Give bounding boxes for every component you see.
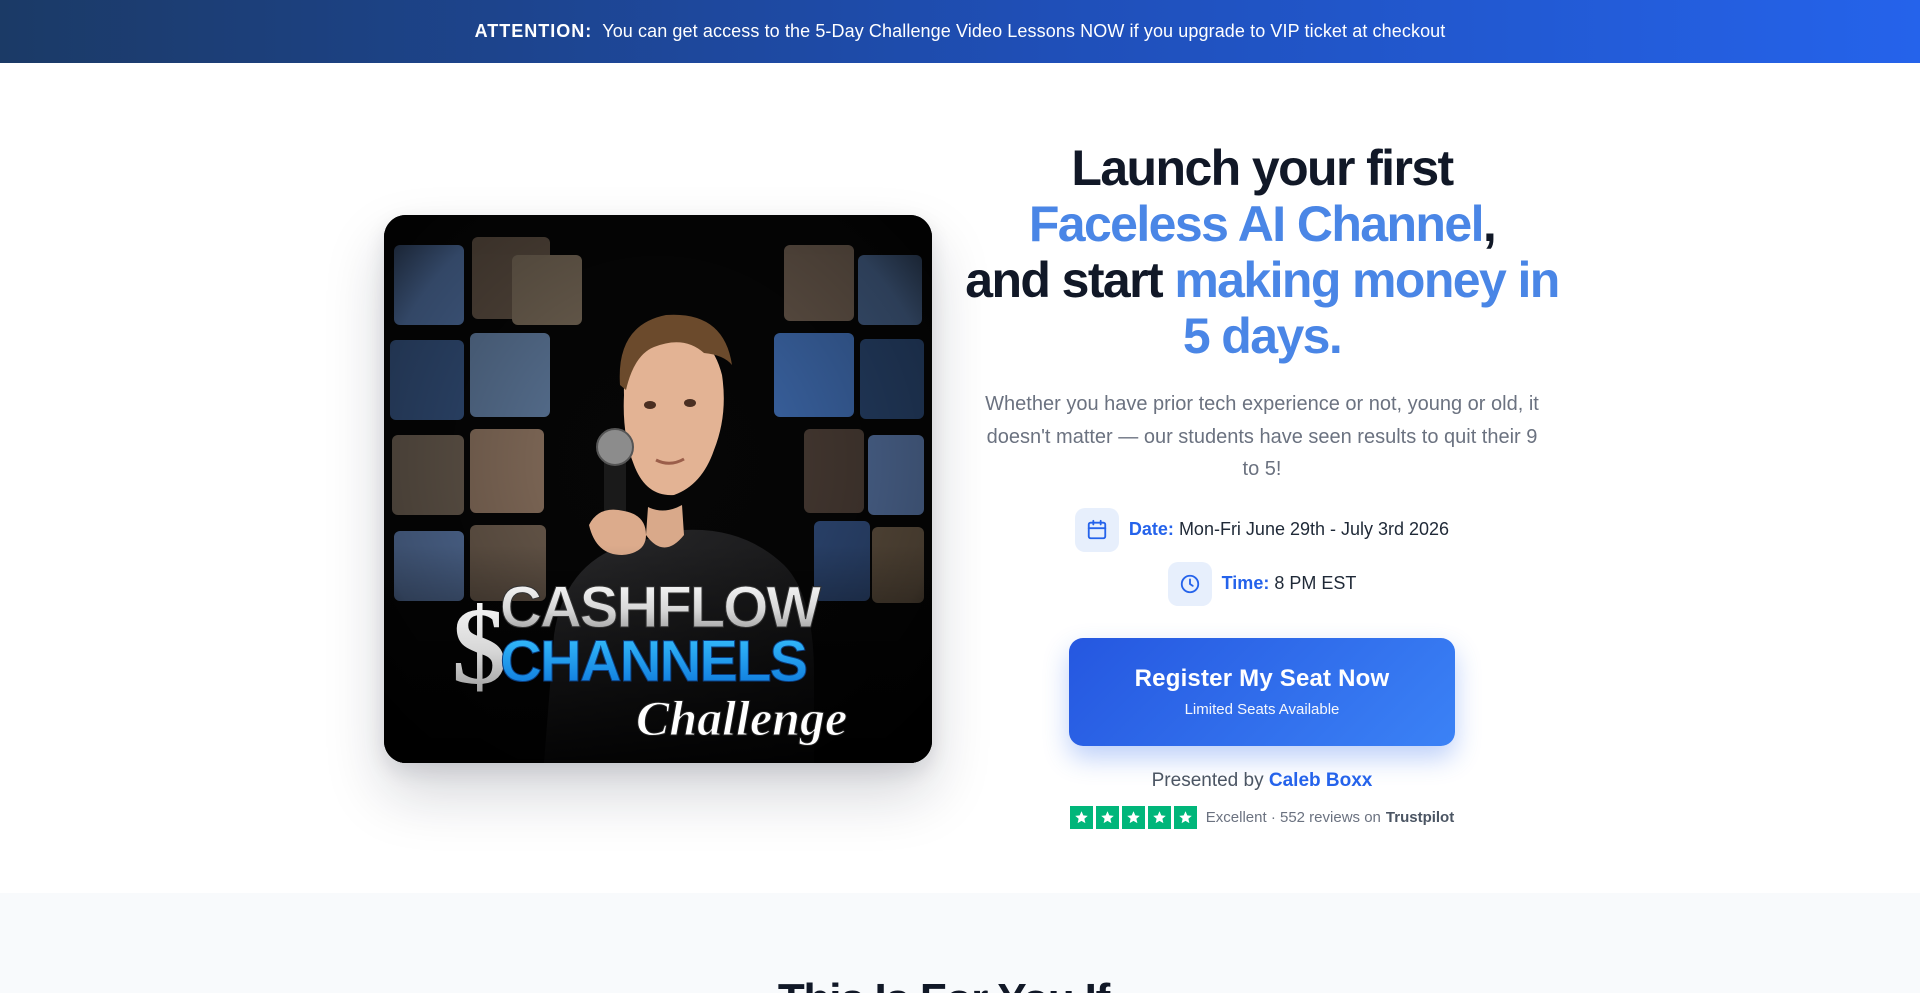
attention-banner: ATTENTION: You can get access to the 5-D… <box>0 0 1920 63</box>
register-button-label: Register My Seat Now <box>1134 665 1390 692</box>
trustpilot-brand: Trustpilot <box>1385 808 1455 826</box>
headline-comma: , <box>1482 196 1497 252</box>
challenge-promo-image: $ CASHFLOW CHANNELS Challenge <box>384 215 932 763</box>
promo-artwork: $ CASHFLOW CHANNELS Challenge <box>384 215 932 763</box>
date-value: Mon-Fri June 29th - July 3rd 2026 <box>1178 519 1450 539</box>
star-icon <box>1069 805 1093 829</box>
hero-content: Launch your first Faceless AI Channel, a… <box>960 140 1564 829</box>
rating-separator: · <box>1270 808 1276 826</box>
hero-subtext: Whether you have prior tech experience o… <box>985 393 1539 480</box>
rating-stars <box>1069 805 1197 829</box>
review-count: 552 reviews on <box>1279 808 1381 826</box>
time-label: Time: <box>1221 573 1270 593</box>
event-date-row: Date: Mon-Fri June 29th - July 3rd 2026 <box>960 507 1564 552</box>
hero-headline: Launch your first Faceless AI Channel, a… <box>960 140 1564 364</box>
attention-text: You can get access to the 5-Day Challeng… <box>602 21 1446 41</box>
presenter-line: Presented by Caleb Boxx <box>960 770 1564 792</box>
next-section: This Is For You If... <box>0 893 1920 993</box>
register-seat-button[interactable]: Register My Seat Now Limited Seats Avail… <box>1069 637 1455 746</box>
rating-word: Excellent <box>1205 808 1267 826</box>
promo-title-line3: Challenge <box>636 690 847 746</box>
promo-title-line2: CHANNELS <box>500 629 807 694</box>
headline-highlight2: making money in 5 days. <box>1174 252 1560 364</box>
headline-part2: and start <box>965 252 1163 308</box>
time-value: 8 PM EST <box>1274 573 1357 593</box>
presenter-name: Caleb Boxx <box>1268 769 1373 791</box>
star-icon <box>1095 805 1119 829</box>
headline-part1: Launch your first <box>1071 140 1454 196</box>
headline-highlight1: Faceless AI Channel <box>1028 196 1485 252</box>
register-button-sublabel: Limited Seats Available <box>1184 701 1340 718</box>
star-icon <box>1121 805 1145 829</box>
clock-icon <box>1167 561 1212 606</box>
star-icon <box>1173 805 1197 829</box>
dollar-symbol: $ <box>452 585 507 707</box>
star-icon <box>1147 805 1171 829</box>
presenter-prefix: Presented by <box>1151 769 1264 791</box>
event-time-row: Time: 8 PM EST <box>960 561 1564 606</box>
next-section-heading: This Is For You If... <box>0 975 1920 993</box>
calendar-icon <box>1074 507 1119 552</box>
attention-label: ATTENTION: <box>474 21 593 41</box>
date-label: Date: <box>1128 519 1174 539</box>
trustpilot-rating: Excellent · 552 reviews on Trustpilot <box>960 805 1564 829</box>
